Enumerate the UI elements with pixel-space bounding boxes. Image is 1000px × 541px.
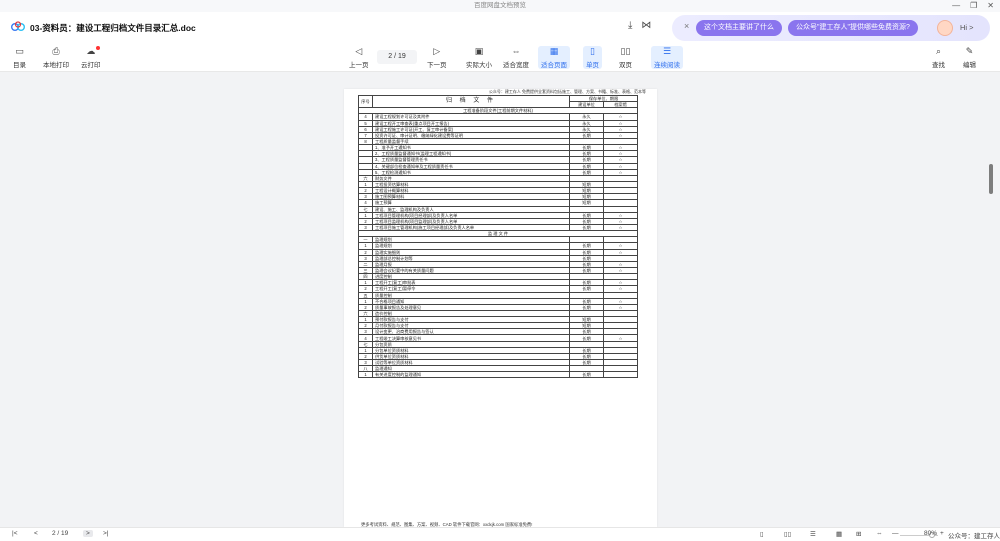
actual-size-icon: ▣ xyxy=(474,46,484,56)
system-title: 百度网盘文档预览 xyxy=(474,2,526,9)
fit-page-label: 适合页面 xyxy=(541,62,567,69)
bottom-status-bar: |< < 2 / 19 > >| ▯ ▯▯ ☰ ▦ ⊞ ⇔ — + 80% 公众… xyxy=(0,527,1000,541)
window-controls: — ❐ ✕ xyxy=(952,0,994,12)
fit-width-icon: ⇔ xyxy=(511,46,521,56)
minimize-icon[interactable]: — xyxy=(952,0,960,12)
document-header: 03-资料员：建设工程归档文件目录汇总.doc ⤓ ⋈ × 这个文档主要讲了什么… xyxy=(0,12,1000,43)
edit-icon: ✎ xyxy=(965,46,974,56)
bottom-page-indicator[interactable]: 2 / 19 xyxy=(52,530,68,537)
download-icon[interactable]: ⤓ xyxy=(628,20,632,31)
archive-table: 序号 归 档 文 件 保存单位、期限 建设单位 档案馆 工程准备阶段文件(工程前… xyxy=(357,94,639,379)
header-title: 归 档 文 件 xyxy=(372,94,570,109)
double-view-icon[interactable]: ▯▯ xyxy=(784,530,791,538)
close-window-icon[interactable]: ✕ xyxy=(987,0,994,12)
zoom-level: 80% xyxy=(924,530,938,537)
cloud-print-label: 云打印 xyxy=(81,62,101,69)
local-print-label: 本地打印 xyxy=(43,62,69,69)
toc-label: 目录 xyxy=(13,62,26,69)
double-page-icon: ▯▯ xyxy=(620,46,631,56)
row-archive-mark xyxy=(602,371,639,379)
viewer-toolbar: ▭ 目录 ⎙ 本地打印 ☁ 云打印 ◁ 上一页 2 / 19 ▷ 下一页 ▣ 实… xyxy=(0,43,1000,72)
prev-page-icon: ◁ xyxy=(355,46,363,56)
continuous-read-icon: ☰ xyxy=(662,46,672,56)
find-button[interactable]: ⌕ 查找 xyxy=(932,46,945,69)
prev-page-label: 上一页 xyxy=(349,62,369,69)
ai-assistant-bar: × 这个文档主要讲了什么 公众号"建工存人"提供哪些免费资源? Hi > xyxy=(672,15,990,41)
continuous-view-icon[interactable]: ☰ xyxy=(810,530,816,538)
double-page-label: 双页 xyxy=(619,62,632,69)
ai-question-summary[interactable]: 这个文档主要讲了什么 xyxy=(696,20,782,36)
edit-label: 编辑 xyxy=(963,62,976,69)
watermark-text: 公众号：建工存人 xyxy=(948,533,1000,540)
fit-page-small-icon[interactable]: ▦ xyxy=(836,530,842,538)
table-body: 工程准备阶段文件(工程前期文件材料) 4 建设工程规划许可证及其附件 永久 ☆ 5 建设工程… xyxy=(357,107,639,379)
cloud-print-icon: ☁ xyxy=(86,46,96,56)
single-view-icon[interactable]: ▯ xyxy=(760,530,764,538)
toc-button[interactable]: ▭ 目录 xyxy=(13,46,26,69)
table-row: 1 有关进度控制的监理通知 长期 xyxy=(358,371,639,379)
share-icon[interactable]: ⋈ xyxy=(641,20,651,31)
vertical-scrollbar[interactable] xyxy=(989,164,993,194)
prev-page-small-icon[interactable]: < xyxy=(34,530,38,537)
zoom-out-icon[interactable]: — xyxy=(892,530,899,537)
restore-icon[interactable]: ❐ xyxy=(970,0,977,12)
document-viewport[interactable]: 公众号：建工存人 免费提供全套资料包括施工、管理、方案、书籍、标准、表格、范本等… xyxy=(0,72,1000,527)
toc-icon: ▭ xyxy=(15,46,24,56)
prev-page-button[interactable]: ◁ 上一页 xyxy=(349,46,369,69)
ai-avatar-icon[interactable] xyxy=(937,20,953,36)
document-page: 公众号：建工存人 免费提供全套资料包括施工、管理、方案、书籍、标准、表格、范本等… xyxy=(344,89,657,527)
single-page-button[interactable]: ▯ 单页 xyxy=(583,46,602,69)
double-page-button[interactable]: ▯▯ 双页 xyxy=(619,46,632,69)
system-titlebar: 百度网盘文档预览 — ❐ ✕ xyxy=(0,0,1000,12)
local-print-button[interactable]: ⎙ 本地打印 xyxy=(43,46,69,69)
printer-icon: ⎙ xyxy=(52,46,60,56)
next-page-label: 下一页 xyxy=(427,62,447,69)
find-label: 查找 xyxy=(932,62,945,69)
actual-size-small-icon[interactable]: ⊞ xyxy=(856,530,861,538)
row-build-term: 长期 xyxy=(569,371,604,379)
actual-size-label: 实际大小 xyxy=(466,62,492,69)
row-num: 1 xyxy=(358,371,373,379)
fit-page-button[interactable]: ▦ 适合页面 xyxy=(538,46,570,69)
zoom-in-icon[interactable]: + xyxy=(940,530,944,537)
single-page-icon: ▯ xyxy=(590,46,595,56)
fit-width-small-icon[interactable]: ⇔ xyxy=(876,530,883,537)
ai-question-resources[interactable]: 公众号"建工存人"提供哪些免费资源? xyxy=(788,20,918,36)
ai-greeting[interactable]: Hi > xyxy=(960,23,974,32)
continuous-read-label: 连续阅读 xyxy=(654,62,680,69)
fit-width-label: 适合宽度 xyxy=(503,62,529,69)
document-title: 03-资料员：建设工程归档文件目录汇总.doc xyxy=(30,23,196,33)
table-header-row: 序号 归 档 文 件 保存单位、期限 xyxy=(358,94,639,109)
next-page-icon: ▷ xyxy=(433,46,441,56)
last-page-icon[interactable]: >| xyxy=(103,530,108,537)
ai-close-icon[interactable]: × xyxy=(684,21,689,31)
single-page-label: 单页 xyxy=(586,62,599,69)
row-title: 有关进度控制的监理通知 xyxy=(372,371,570,379)
edit-button[interactable]: ✎ 编辑 xyxy=(963,46,976,69)
header-num: 序号 xyxy=(358,94,373,109)
page-number-input[interactable]: 2 / 19 xyxy=(377,50,417,64)
next-page-small-icon[interactable]: > xyxy=(83,530,93,537)
search-icon: ⌕ xyxy=(935,46,942,56)
next-page-button[interactable]: ▷ 下一页 xyxy=(427,46,447,69)
first-page-icon[interactable]: |< xyxy=(12,530,17,537)
actual-size-button[interactable]: ▣ 实际大小 xyxy=(466,46,492,69)
continuous-read-button[interactable]: ☰ 连续阅读 xyxy=(651,46,683,69)
baidu-netdisk-logo-icon xyxy=(11,21,25,31)
header-actions: ⤓ ⋈ xyxy=(628,20,651,31)
notification-dot xyxy=(96,46,100,50)
fit-width-button[interactable]: ⇔ 适合宽度 xyxy=(503,46,529,69)
fit-page-icon: ▦ xyxy=(549,46,559,56)
